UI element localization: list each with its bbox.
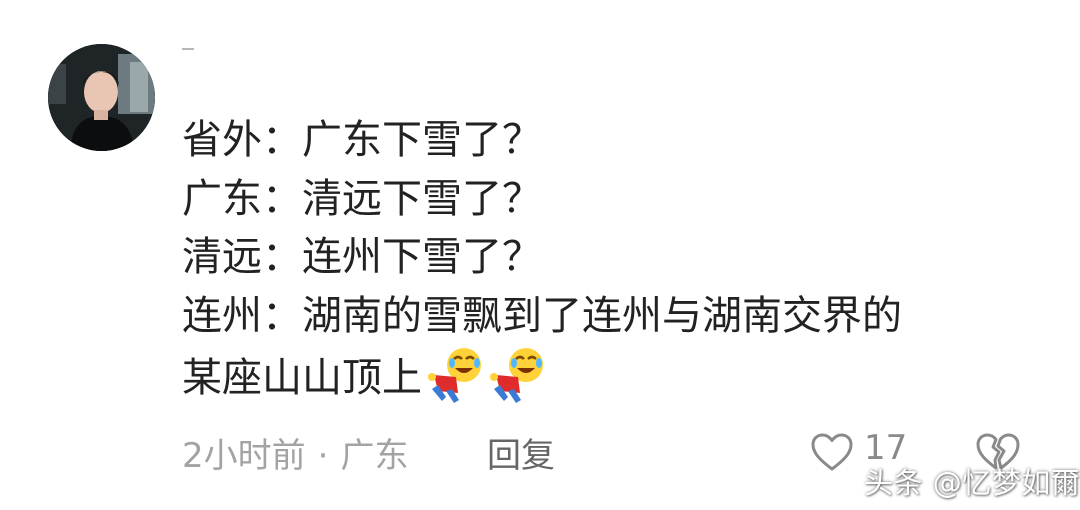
heart-outline-icon[interactable]: [810, 432, 854, 472]
bowing-laughing-emoji-icon: [490, 348, 543, 403]
comment-line: 广东：清远下雪了？: [182, 175, 542, 222]
comment-location: 广东: [340, 436, 409, 476]
avatar-photo: [48, 44, 155, 151]
comment-text: 省外：广东下雪了？ 广东：清远下雪了？ 清远：连州下雪了？ 连州：湖南的雪飘到了…: [182, 111, 1012, 408]
meta-separator: ·: [317, 436, 329, 476]
bowing-laughing-emoji-icon: [428, 348, 481, 403]
comment-line-last: 某座山山顶上: [182, 345, 1012, 408]
comment-item: 省外：广东下雪了？ 广东：清远下雪了？ 清远：连州下雪了？ 连州：湖南的雪飘到了…: [0, 0, 1080, 510]
comment-line: 省外：广东下雪了？: [182, 117, 542, 163]
comment-line: 连州：湖南的雪飘到了连州与湖南交界的: [182, 292, 902, 339]
watermark: 头条 @忆梦如爾: [864, 466, 1080, 500]
username-placeholder[interactable]: [182, 48, 194, 56]
comment-line: 清远：连州下雪了？: [182, 234, 542, 280]
comment-line: 某座山山顶上: [182, 355, 422, 401]
comment-meta: 2小时前 · 广东: [182, 428, 408, 477]
avatar[interactable]: [48, 44, 155, 151]
comment-time: 2小时前: [182, 436, 306, 476]
reply-button[interactable]: 回复: [487, 428, 555, 477]
